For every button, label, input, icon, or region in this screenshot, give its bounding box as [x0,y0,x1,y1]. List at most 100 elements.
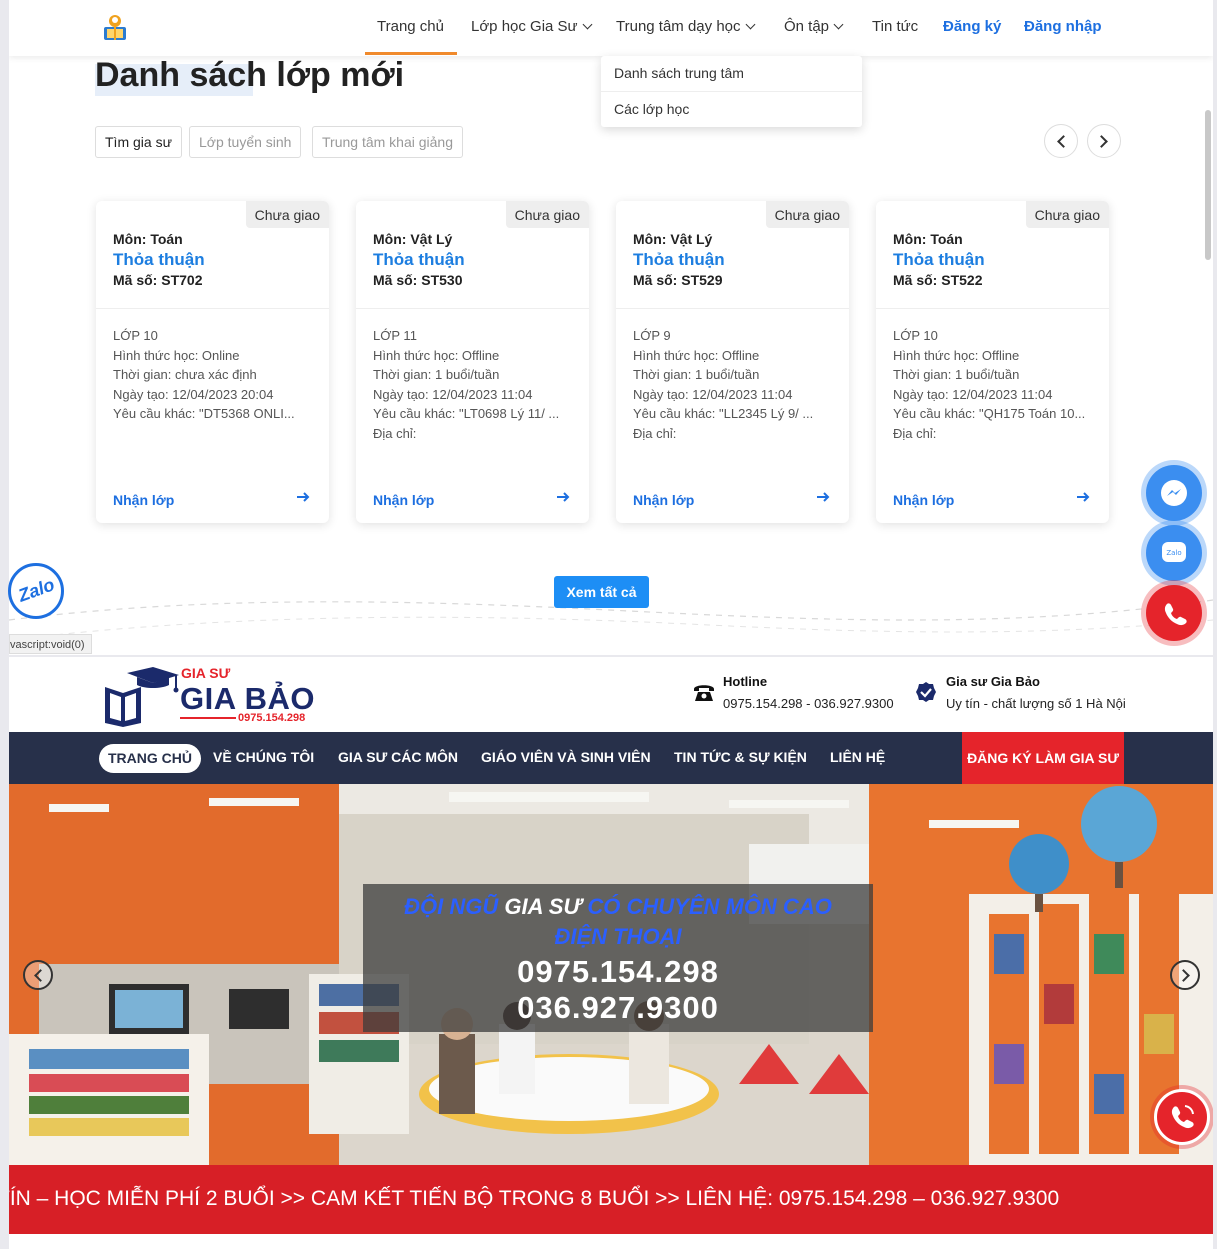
card-code: Mã số: ST530 [373,272,463,288]
card-subject: Môn: Vật Lý [373,231,453,247]
class-card[interactable]: Chưa giao Môn: Toán Thỏa thuận Mã số: ST… [876,201,1109,523]
card-details: LỚP 11 Hình thức học: Offline Thời gian:… [373,326,573,443]
card-mode: Hình thức học: Offline [893,347,1020,363]
main-nav-subject-tutors[interactable]: GIA SƯ CÁC MÔN [338,749,458,765]
status-badge: Chưa giao [245,201,329,228]
take-class-link[interactable]: Nhận lớp [893,492,954,508]
hero-headline-part1: ĐỘI NGŨ [404,894,505,919]
hotline-label: Hotline [723,674,768,689]
card-created: Ngày tạo: 12/04/2023 11:04 [893,386,1053,402]
chevron-left-icon [1057,135,1070,148]
logo-phone: 0975.154.298 [238,712,306,724]
hero-phone-1: 0975.154.298 [517,954,719,989]
dropdown-item-classes[interactable]: Các lớp học [601,91,862,126]
nav-item-home-label: Trang chủ [377,18,444,35]
chevron-left-icon [34,969,47,982]
announcement-ticker: TÍN – HỌC MIỄN PHÍ 2 BUỔI >> CAM KẾT TIẾ… [9,1165,1213,1234]
card-time: Thời gian: 1 buổi/tuần [893,367,1020,382]
arrow-right-icon[interactable] [1076,490,1090,504]
telephone-icon [694,685,714,701]
class-card[interactable]: Chưa giao Môn: Toán Thỏa thuận Mã số: ST… [96,201,329,523]
take-class-link[interactable]: Nhận lớp [373,492,434,508]
login-link-label: Đăng nhập [1024,18,1102,35]
nav-item-teaching-centers[interactable]: Trung tâm dạy học [616,18,755,35]
site-logo-icon[interactable] [99,12,131,44]
chevron-down-icon [745,19,755,30]
main-nav-contact[interactable]: LIÊN HỆ [830,749,885,765]
svg-text:Zalo: Zalo [1166,549,1181,557]
call-button[interactable] [1146,585,1202,641]
card-price: Thỏa thuận [113,250,205,269]
tab-center-openings[interactable]: Trung tâm khai giảng [312,126,463,158]
card-created: Ngày tạo: 12/04/2023 11:04 [373,386,533,402]
main-nav-home[interactable]: TRANG CHỦ [99,744,201,773]
hotline-value[interactable]: 0975.154.298 - 036.927.9300 [723,696,894,711]
card-created: Ngày tạo: 12/04/2023 20:04 [113,386,274,402]
zalo-chat-button[interactable]: Zalo [8,563,64,619]
scrollbar-thumb[interactable] [1205,110,1211,260]
card-address: Địa chỉ: [633,425,677,441]
class-card[interactable]: Chưa giao Môn: Vật Lý Thỏa thuận Mã số: … [616,201,849,523]
chevron-down-icon [833,19,844,30]
register-link-label: Đăng ký [943,18,1002,35]
carousel-prev-button[interactable] [1044,124,1078,158]
take-class-link[interactable]: Nhận lớp [633,492,694,508]
chevron-right-icon [1177,969,1190,982]
carousel-next-button[interactable] [1087,124,1121,158]
nav-item-home[interactable]: Trang chủ [377,18,444,35]
main-nav-about[interactable]: VỀ CHÚNG TÔI [213,749,314,765]
card-grade: LỚP 11 [373,328,417,343]
hero-call-button[interactable] [1154,1089,1210,1145]
messenger-button[interactable] [1146,465,1202,521]
ticker-text: TÍN – HỌC MIỄN PHÍ 2 BUỔI >> CAM KẾT TIẾ… [9,1187,1060,1210]
hero-next-button[interactable] [1170,960,1200,990]
card-details: LỚP 9 Hình thức học: Offline Thời gian: … [633,326,833,443]
register-tutor-button[interactable]: ĐĂNG KÝ LÀM GIA SƯ [962,732,1124,784]
card-divider [96,308,329,309]
main-nav-news-events[interactable]: TIN TỨC & SỰ KIỆN [674,749,807,765]
page-title: Danh sách lớp mới [95,56,405,94]
card-time: Thời gian: 1 buổi/tuần [633,367,760,382]
card-note: Yêu cầu khác: "QH175 Toán 10... [893,406,1086,421]
take-class-link[interactable]: Nhận lớp [113,492,174,508]
hero-headline-part2: GIA SƯ [504,894,588,919]
class-listing-screen: Trang chủ Lớp học Gia Sư Trung tâm dạy h… [9,0,1213,655]
nav-item-news[interactable]: Tin tức [872,18,918,35]
nav-item-teaching-centers-label: Trung tâm dạy học [616,18,741,35]
card-address: Địa chỉ: [373,425,417,441]
status-badge: Chưa giao [1025,201,1109,228]
login-link[interactable]: Đăng nhập [1024,18,1102,35]
chevron-right-icon [1095,135,1108,148]
card-code: Mã số: ST522 [893,272,983,288]
nav-item-review[interactable]: Ôn tập [784,18,844,35]
card-subject: Môn: Toán [113,231,183,247]
tab-find-tutor[interactable]: Tìm gia sư [95,126,182,158]
arrow-right-icon[interactable] [556,490,570,504]
main-nav-teachers-students[interactable]: GIÁO VIÊN VÀ SINH VIÊN [481,749,651,765]
card-mode: Hình thức học: Online [113,347,240,363]
zalo-button[interactable]: Zalo [1146,525,1202,581]
logo-tagline: GIA SƯ [181,665,231,681]
view-all-button[interactable]: Xem tất cả [554,576,649,608]
card-divider [876,308,1109,309]
nav-item-tutor-classes[interactable]: Lớp học Gia Sư [471,18,593,35]
status-bar-url: vascript:void(0) [9,634,92,654]
dropdown-item-center-list[interactable]: Danh sách trung tâm [601,56,862,91]
hero-prev-button[interactable] [23,960,53,990]
card-subject: Môn: Toán [893,231,963,247]
top-navbar: Trang chủ Lớp học Gia Sư Trung tâm dạy h… [9,0,1213,56]
hero-headline-part3: CÓ CHUYÊN MÔN CAO [587,894,832,919]
hero-overlay: ĐỘI NGŨ GIA SƯ CÓ CHUYÊN MÔN CAO ĐIỆN TH… [363,884,873,1032]
logo-underline [180,717,236,719]
card-price: Thỏa thuận [893,250,985,269]
class-card[interactable]: Chưa giao Môn: Vật Lý Thỏa thuận Mã số: … [356,201,589,523]
active-nav-underline [365,52,457,55]
register-link[interactable]: Đăng ký [943,18,1001,35]
hero-phone-label: ĐIỆN THOẠI [554,924,682,949]
card-divider [616,308,849,309]
arrow-right-icon[interactable] [816,490,830,504]
tab-enrollment-classes[interactable]: Lớp tuyển sinh [189,126,302,158]
brand-label: Gia sư Gia Bảo [946,674,1040,689]
zalo-logo-label: Zalo [15,574,58,606]
arrow-right-icon[interactable] [296,490,310,504]
